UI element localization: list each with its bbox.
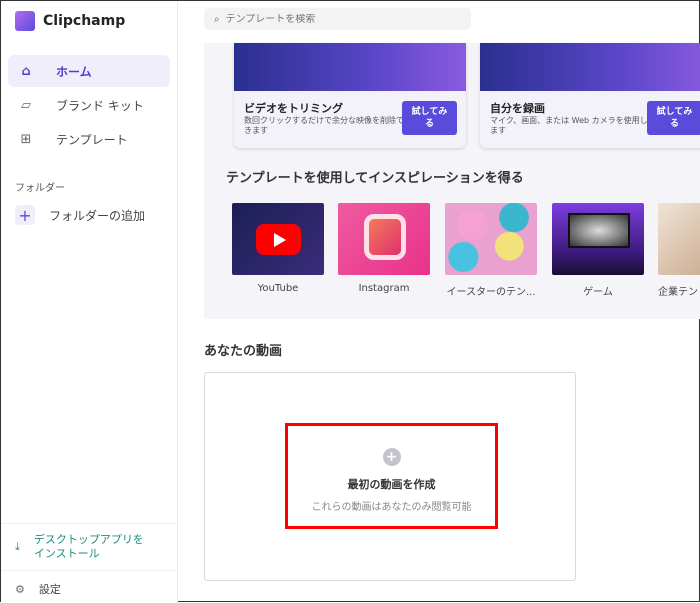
logo[interactable]: Clipchamp	[15, 11, 125, 31]
card-image	[234, 43, 466, 91]
template-instagram[interactable]: Instagram	[338, 203, 430, 294]
template-easter[interactable]: イースターのテン...	[445, 203, 537, 298]
search-input[interactable]	[225, 13, 446, 25]
create-first-video-button[interactable]: + 最初の動画を作成 これらの動画はあなたのみ閲覧可能	[285, 423, 498, 529]
try-button[interactable]: 試してみる	[402, 101, 457, 135]
card-image	[480, 43, 700, 91]
create-title: 最初の動画を作成	[347, 478, 436, 491]
template-label: YouTube	[257, 283, 299, 294]
template-icon: ⊞	[20, 131, 32, 147]
template-label: 企業テン	[658, 287, 698, 298]
templates-heading: テンプレートを使用してインスピレーションを得る	[226, 171, 524, 186]
instagram-icon	[364, 214, 406, 260]
template-label: イースターのテン...	[446, 287, 536, 298]
easter-thumbnail	[445, 203, 537, 275]
download-icon: ⤓	[15, 540, 20, 553]
install-desktop-app-button[interactable]: ⤓ デスクトップアプリを インストール	[1, 523, 177, 571]
add-folder-button[interactable]: + フォルダーの追加	[8, 199, 170, 231]
plus-circle-icon: +	[382, 448, 401, 466]
try-button[interactable]: 試してみる	[647, 101, 700, 135]
app-name: Clipchamp	[43, 13, 126, 29]
clipchamp-logo-icon	[15, 11, 35, 31]
card-description: マイク、画面、または Web カメラを使用します	[490, 116, 648, 135]
template-label: ゲーム	[583, 287, 613, 298]
search-icon: ⌕	[214, 13, 220, 25]
your-videos-area: + 最初の動画を作成 これらの動画はあなたのみ閲覧可能	[204, 372, 576, 581]
business-thumbnail	[658, 203, 700, 275]
home-icon: ⌂	[21, 63, 31, 79]
settings-label: 設定	[38, 583, 61, 596]
youtube-icon	[256, 224, 301, 255]
gear-icon: ⚙	[15, 582, 25, 596]
sidebar-item-home[interactable]: ⌂ ホーム	[8, 55, 170, 87]
folders-label: フォルダー	[15, 183, 65, 194]
template-gaming[interactable]: ゲーム	[552, 203, 644, 298]
trim-video-card[interactable]: ビデオをトリミング 数回クリックするだけで余分な映像を削除できます 試してみる	[234, 43, 466, 148]
sidebar-item-label: ブランド キット	[56, 98, 144, 113]
brand-kit-icon: ▱	[21, 97, 31, 113]
sidebar-item-label: ホーム	[56, 64, 92, 79]
template-youtube[interactable]: YouTube	[232, 203, 324, 294]
add-folder-label: フォルダーの追加	[49, 208, 146, 223]
feature-panel: ビデオをトリミング 数回クリックするだけで余分な映像を削除できます 試してみる …	[204, 43, 700, 319]
sidebar-item-templates[interactable]: ⊞ テンプレート	[8, 123, 170, 155]
record-yourself-card[interactable]: 自分を録画 マイク、画面、または Web カメラを使用します 試してみる	[480, 43, 700, 148]
card-description: 数回クリックするだけで余分な映像を削除できます	[244, 116, 404, 135]
youtube-thumbnail	[232, 203, 324, 275]
settings-button[interactable]: ⚙ 設定	[15, 581, 61, 597]
search-bar[interactable]: ⌕	[204, 8, 471, 30]
instagram-thumbnail	[338, 203, 430, 275]
template-business[interactable]: 企業テン	[658, 203, 700, 298]
sidebar-item-label: テンプレート	[56, 132, 128, 147]
plus-icon: +	[15, 205, 35, 225]
card-title: ビデオをトリミング	[244, 102, 343, 115]
your-videos-heading: あなたの動画	[204, 344, 283, 359]
create-subtitle: これらの動画はあなたのみ閲覧可能	[311, 502, 472, 513]
install-label: デスクトップアプリを インストール	[33, 533, 144, 560]
sidebar: Clipchamp ⌂ ホーム ▱ ブランド キット ⊞ テンプレート フォルダー +…	[1, 1, 178, 603]
gaming-thumbnail	[552, 203, 644, 275]
template-label: Instagram	[358, 283, 410, 294]
card-title: 自分を録画	[490, 102, 545, 115]
sidebar-item-brand-kit[interactable]: ▱ ブランド キット	[8, 89, 170, 121]
